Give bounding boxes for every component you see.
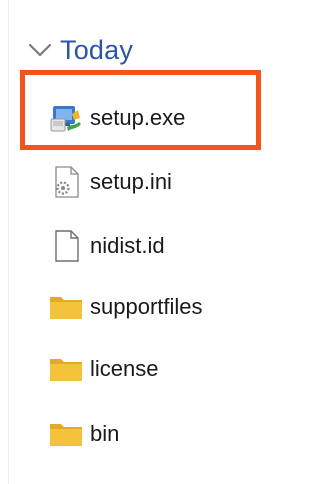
file-explorer-panel: Today setup.exe setup.ini nidist.id supp…	[0, 0, 266, 484]
group-title: Today	[60, 34, 134, 65]
file-name: supportfiles	[90, 294, 203, 319]
folder-icon	[48, 289, 84, 325]
panel-divider	[8, 0, 9, 484]
folder-icon	[48, 416, 84, 452]
file-name: bin	[90, 421, 120, 446]
file-item-license[interactable]: license	[48, 345, 158, 393]
file-item-setup-ini[interactable]: setup.ini	[48, 158, 172, 206]
file-name: nidist.id	[90, 233, 165, 258]
file-name: setup.exe	[90, 105, 186, 130]
file-item-setup-exe[interactable]: setup.exe	[48, 94, 185, 142]
chevron-down-icon[interactable]	[24, 34, 56, 66]
file-item-supportfiles[interactable]: supportfiles	[48, 283, 203, 331]
file-name: license	[90, 356, 159, 381]
file-name: setup.ini	[90, 169, 172, 194]
blank-file-icon	[48, 228, 84, 264]
file-item-bin[interactable]: bin	[48, 410, 119, 458]
folder-icon	[48, 351, 84, 387]
group-header-today[interactable]: Today	[24, 30, 133, 70]
installer-icon	[48, 100, 84, 136]
file-item-nidist-id[interactable]: nidist.id	[48, 222, 165, 270]
settings-file-icon	[48, 164, 84, 200]
